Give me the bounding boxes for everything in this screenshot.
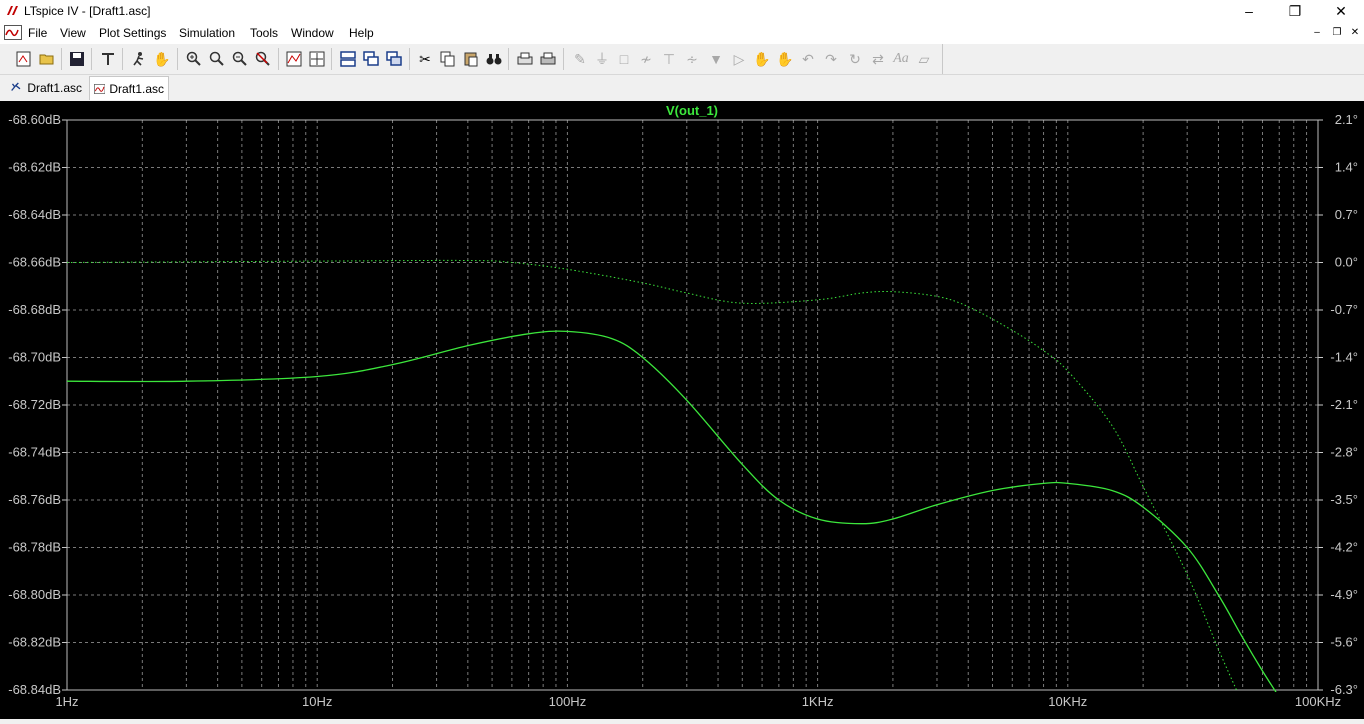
menu-window[interactable]: Window [291,26,334,40]
tile-vertical-icon[interactable] [384,49,404,69]
waveform-viewer[interactable]: 1Hz 10Hz 100Hz 1KHz 10KHz 100KHz -68.60dB 2.1° -… [0,101,1364,719]
y-right-tick-label: -0.7° [1330,302,1358,317]
minimize-button[interactable]: – [1226,0,1272,22]
window-title: LTspice IV - [Draft1.asc] [24,4,151,18]
y-right-tick-label: 1.4° [1335,160,1358,175]
menu-plot-settings[interactable]: Plot Settings [99,26,166,40]
status-bar [0,719,1364,724]
y-right-tick-label: 0.0° [1335,255,1358,270]
mirror-icon[interactable]: ⇄ [868,49,888,69]
mdi-minimize-button[interactable]: – [1308,25,1326,41]
y-left-tick-label: -68.68dB [8,302,61,317]
x-tick-label: 1KHz [802,694,834,709]
capacitor-icon[interactable]: ⊤ [659,49,679,69]
waveform-icon [94,83,106,94]
zoom-cancel-icon[interactable] [253,49,273,69]
y-left-tick-label: -68.72dB [8,397,61,412]
cascade-icon[interactable] [361,49,381,69]
print-icon[interactable] [538,49,558,69]
y-left-tick-label: -68.80dB [8,587,61,602]
tab-label: Draft1.asc [27,80,82,95]
y-left-tick-label: -68.78dB [8,540,61,555]
tab-schematic[interactable]: Draft1.asc [6,77,86,98]
restore-button[interactable]: ❐ [1272,0,1318,22]
tile-horizontal-icon[interactable] [338,49,358,69]
y-left-tick-label: -68.82dB [8,635,61,650]
autoscale-icon[interactable] [284,49,304,69]
tab-label: Draft1.asc [109,81,164,96]
zoom-full-icon[interactable] [307,49,327,69]
y-right-tick-label: -5.6° [1330,635,1358,650]
y-left-tick-label: -68.84dB [8,682,61,697]
menu-tools[interactable]: Tools [250,26,278,40]
copy-icon[interactable] [438,49,458,69]
undo-icon[interactable]: ↶ [798,49,818,69]
y-right-tick-label: -2.8° [1330,445,1358,460]
menu-simulation[interactable]: Simulation [179,26,235,40]
diode-icon[interactable]: ▼ [706,49,726,69]
y-left-tick-label: -68.74dB [8,445,61,460]
mdi-close-button[interactable]: ✕ [1346,25,1364,41]
run-icon[interactable] [129,49,149,69]
y-right-tick-label: -1.4° [1330,350,1358,365]
new-schematic-icon[interactable] [14,49,34,69]
schematic-icon [11,82,21,91]
y-right-tick-label: -4.9° [1330,587,1358,602]
zoom-pan-icon[interactable] [207,49,227,69]
waveform-doc-icon[interactable] [4,25,22,40]
ltspice-app-icon [6,3,20,17]
zoom-in-icon[interactable] [184,49,204,69]
redo-icon[interactable]: ↷ [821,49,841,69]
open-folder-icon[interactable] [37,49,57,69]
menu-help[interactable]: Help [349,26,374,40]
y-left-tick-label: -68.70dB [8,350,61,365]
halt-hand-icon[interactable]: ✋ [152,49,172,69]
inductor-icon[interactable]: ∻ [682,49,702,69]
y-right-tick-label: -4.2° [1330,540,1358,555]
ground-icon[interactable]: ⏚ [592,49,612,69]
find-binoculars-icon[interactable] [484,49,504,69]
menu-file[interactable]: File [28,26,47,40]
cut-icon[interactable]: ✂ [415,49,435,69]
y-left-tick-label: -68.76dB [8,492,61,507]
trace-title[interactable]: V(out_1) [666,103,718,118]
save-icon[interactable] [67,49,87,69]
document-tab-bar: Draft1.asc Draft1.asc [0,75,1364,100]
drag-hand-icon[interactable]: ✋ [775,49,795,69]
y-left-tick-label: -68.60dB [8,112,61,127]
x-tick-label: 10KHz [1048,694,1087,709]
y-left-tick-label: -68.64dB [8,207,61,222]
y-left-tick-label: -68.66dB [8,255,61,270]
mdi-restore-button[interactable]: ❐ [1328,25,1346,41]
x-tick-label: 100Hz [549,694,587,709]
y-right-tick-label: -6.3° [1330,682,1358,697]
waveform-plot[interactable]: 1Hz 10Hz 100Hz 1KHz 10KHz 100KHz-68.60dB 2.1°-… [0,101,1364,719]
menu-bar: File View Plot Settings Simulation Tools… [0,22,1364,44]
phase-trace [67,259,1238,692]
y-right-tick-label: 2.1° [1335,112,1358,127]
y-right-tick-label: -3.5° [1330,492,1358,507]
control-panel-icon[interactable] [98,49,118,69]
wire-pencil-icon[interactable]: ✎ [570,49,590,69]
title-bar: LTspice IV - [Draft1.asc] – ❐ ✕ [0,0,1364,22]
zoom-out-icon[interactable] [230,49,250,69]
toolbar: ✋ ✂ ✎ ⏚ □ ≁ ⊤ ∻ ▼ ▷ ✋ ✋ ↶ ↷ ↻ ⇄ Aa ▱ [0,44,1364,75]
y-right-tick-label: -2.1° [1330,397,1358,412]
y-left-tick-label: -68.62dB [8,160,61,175]
x-tick-label: 10Hz [302,694,332,709]
print-setup-icon[interactable] [515,49,535,69]
spice-directive-icon[interactable]: ▱ [914,49,934,69]
close-button[interactable]: ✕ [1318,0,1364,22]
y-right-tick-label: 0.7° [1335,207,1358,222]
menu-view[interactable]: View [60,26,86,40]
resistor-icon[interactable]: ≁ [636,49,656,69]
paste-icon[interactable] [461,49,481,69]
component-icon[interactable]: ▷ [729,49,749,69]
text-icon[interactable]: Aa [891,49,911,69]
rotate-icon[interactable]: ↻ [845,49,865,69]
label-net-icon[interactable]: □ [614,49,634,69]
tab-waveform[interactable]: Draft1.asc [89,76,169,100]
move-hand-icon[interactable]: ✋ [752,49,772,69]
